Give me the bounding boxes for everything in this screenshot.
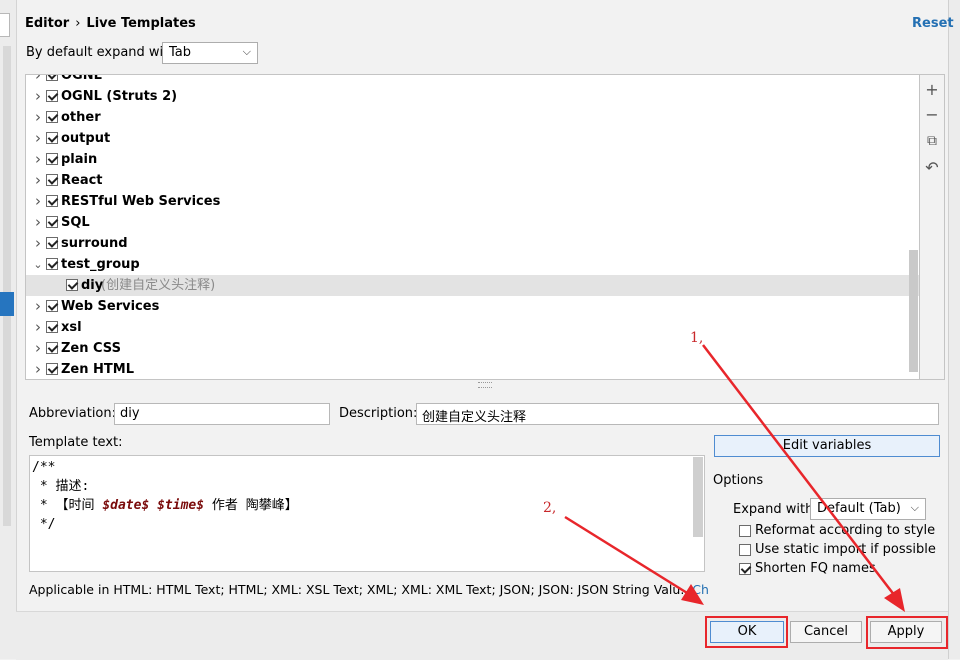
arrow-to-apply: [702, 344, 905, 612]
annotation-arrows: [564, 344, 905, 612]
arrow-to-ok: [564, 515, 704, 605]
